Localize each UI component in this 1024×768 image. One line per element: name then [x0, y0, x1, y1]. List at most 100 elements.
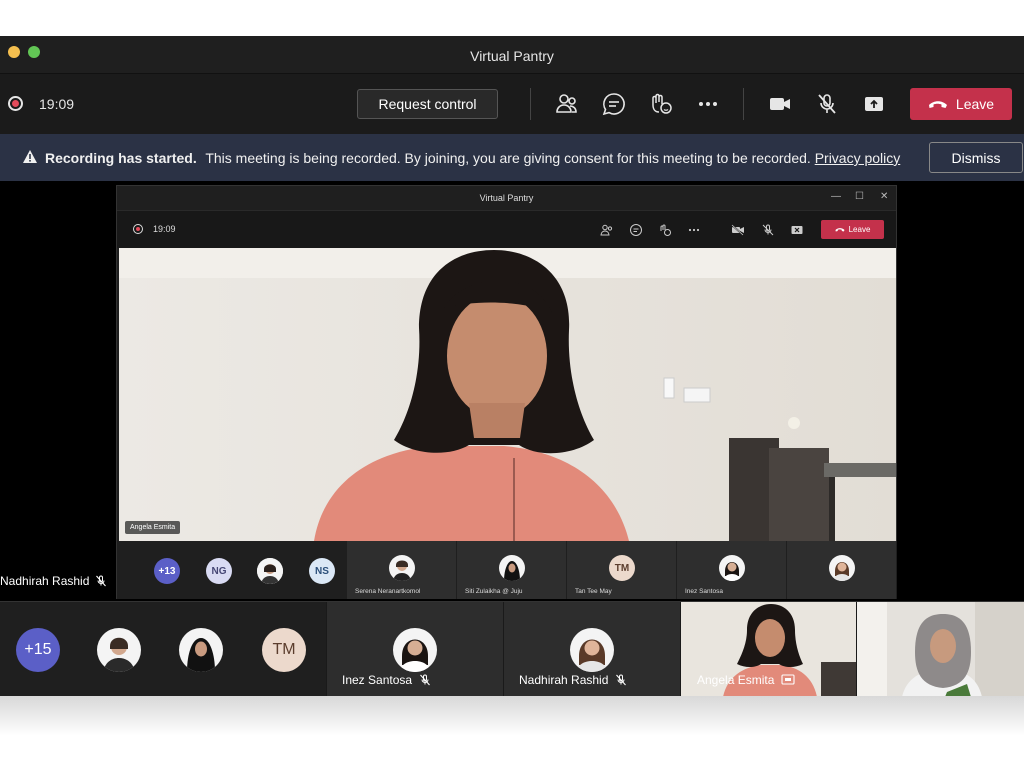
participant-name: Angela Esmita [697, 673, 775, 687]
shared-meeting-toolbar: 19:09 Leave [117, 210, 896, 248]
more-options-icon[interactable] [695, 91, 721, 117]
leave-button[interactable]: Leave [910, 88, 1012, 120]
banner-text: Recording has started. This meeting is b… [45, 150, 900, 166]
meeting-toolbar: 19:09 Request control Leave [0, 74, 1024, 134]
participant-tile: Serena Neranartkomol [347, 541, 457, 599]
shared-leave-label: Leave [848, 225, 871, 234]
participant-avatar-initials[interactable]: TM [262, 628, 306, 672]
shared-meeting-timer: 19:09 [153, 224, 176, 234]
hang-up-icon [928, 101, 947, 108]
participant-video-frame [857, 602, 1024, 696]
recording-icon [8, 96, 23, 111]
participant-tile[interactable]: Nadhirah Rashid [503, 602, 680, 696]
participant-avatar-initials: NG [206, 558, 232, 584]
shared-screen: Virtual Pantry — ☐ ✕ 19:09 Leave Angela … [116, 185, 897, 599]
screen-share-icon [781, 674, 795, 685]
person-photo [570, 628, 614, 672]
meeting-timer: 19:09 [39, 96, 75, 112]
participants-icon[interactable] [554, 91, 580, 117]
person-photo [499, 555, 525, 581]
recording-icon [133, 224, 143, 234]
participants-icon [600, 224, 613, 236]
close-icon: ✕ [880, 191, 889, 202]
participant-avatar-photo [389, 555, 415, 581]
participant-tile[interactable]: Inez Santosa [326, 602, 503, 696]
microphone-muted-icon [420, 674, 430, 686]
participant-avatar-initials: NS [309, 558, 335, 584]
banner-message: This meeting is being recorded. By joini… [205, 150, 811, 166]
privacy-policy-link[interactable]: Privacy policy [815, 150, 901, 166]
minimize-icon: — [831, 191, 841, 202]
camera-icon[interactable] [767, 91, 793, 117]
window-shadow [0, 696, 1024, 736]
reactions-icon [660, 224, 671, 236]
microphone-muted-icon [762, 224, 774, 236]
participant-name-label: Angela Esmita [697, 673, 795, 687]
speaker-name-tag: Angela Esmita [125, 521, 181, 534]
person-photo [393, 628, 437, 672]
microphone-muted-icon [616, 674, 627, 686]
speaker-video: Angela Esmita [119, 248, 896, 541]
title-bar: Virtual Pantry [0, 36, 1024, 74]
participant-name: Nadhirah Rashid [519, 673, 609, 687]
maximize-icon: ☐ [855, 191, 864, 202]
participant-avatar-photo [393, 628, 437, 672]
recording-banner: Recording has started. This meeting is b… [0, 134, 1024, 181]
toolbar-divider [530, 88, 531, 120]
camera-off-icon [731, 224, 744, 236]
participant-name: Siti Zulaikha @ Juju [465, 588, 523, 595]
speaker-video-frame [119, 248, 896, 541]
overflow-count-badge[interactable]: +15 [16, 628, 60, 672]
window-title: Virtual Pantry [470, 48, 554, 64]
person-photo [829, 555, 855, 581]
person-photo [389, 555, 415, 581]
banner-heading: Recording has started. [45, 150, 197, 166]
participant-avatar-photo [499, 555, 525, 581]
participant-tile: TM Tan Tee May [567, 541, 677, 599]
participant-avatar-photo[interactable] [179, 628, 223, 672]
chat-icon[interactable] [601, 91, 627, 117]
person-photo [179, 628, 223, 672]
overflow-count-badge: +13 [154, 558, 180, 584]
participant-strip: +15 TM Inez Santosa Nadhirah Rashid Ange… [0, 601, 1024, 696]
participant-name: Inez Santosa [342, 673, 413, 687]
person-photo [719, 555, 745, 581]
share-screen-icon[interactable] [861, 91, 887, 117]
participant-avatar-photo [257, 558, 283, 584]
participant-tile: Inez Santosa [677, 541, 787, 599]
stop-sharing-icon [791, 226, 803, 234]
microphone-muted-icon [96, 575, 107, 587]
chat-icon [630, 224, 642, 236]
participant-avatar-initials: TM [609, 555, 635, 581]
leave-label: Leave [955, 96, 995, 112]
participant-name: Tan Tee May [575, 588, 612, 595]
participant-avatar-photo [829, 555, 855, 581]
participant-tile [787, 541, 897, 599]
hang-up-icon [835, 228, 845, 232]
toolbar-divider [743, 88, 744, 120]
participant-name-label: Nadhirah Rashid [519, 673, 627, 687]
dismiss-button[interactable]: Dismiss [929, 142, 1023, 173]
participant-video-tile[interactable]: Angela Esmita [680, 602, 856, 696]
participant-avatar-photo [570, 628, 614, 672]
more-options-icon [688, 228, 700, 232]
person-photo [257, 558, 283, 584]
teams-window: Virtual Pantry 19:09 Request control Lea… [0, 36, 1024, 696]
participant-name: Serena Neranartkomol [355, 588, 421, 595]
participant-tile: Siti Zulaikha @ Juju [457, 541, 567, 599]
left-participant-label: Nadhirah Rashid [0, 574, 107, 588]
person-photo [97, 628, 141, 672]
participant-video-tile[interactable] [856, 602, 1024, 696]
participant-name: Inez Santosa [685, 588, 723, 595]
microphone-muted-icon[interactable] [814, 91, 840, 117]
shared-leave-button: Leave [821, 220, 884, 239]
request-control-button[interactable]: Request control [357, 89, 498, 119]
reactions-icon[interactable] [648, 91, 674, 117]
left-participant-name: Nadhirah Rashid [0, 574, 90, 588]
main-stage: Nadhirah Rashid Virtual Pantry — ☐ ✕ 19:… [0, 181, 1024, 601]
participant-name-label: Inez Santosa [342, 673, 431, 687]
participant-avatar-photo[interactable] [97, 628, 141, 672]
warning-icon [23, 150, 37, 163]
shared-window-title: Virtual Pantry [479, 193, 534, 203]
shared-participant-strip: +13 NG NS Serena Neranartkomol Siti Zula… [117, 541, 897, 599]
